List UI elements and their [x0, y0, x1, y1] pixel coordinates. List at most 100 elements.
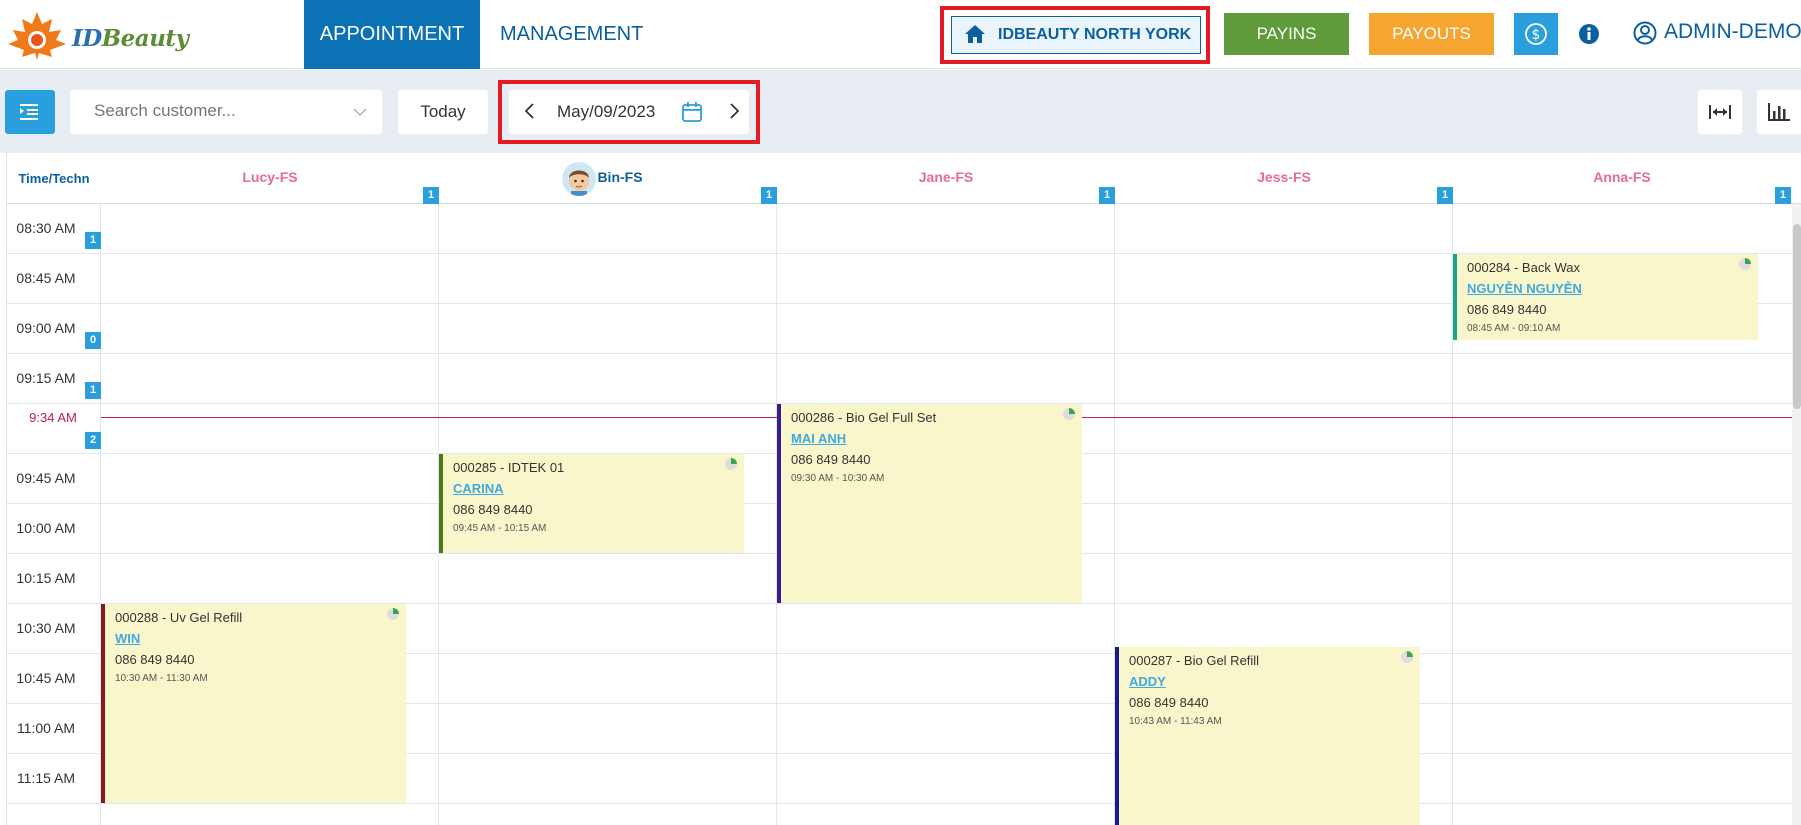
payouts-button[interactable]: PAYOUTS: [1369, 13, 1494, 55]
grid-row-divider: [7, 353, 1792, 354]
technician-name: Bin-FS: [597, 169, 643, 185]
slot-count-badge: 2: [85, 432, 101, 449]
customer-link[interactable]: CARINA: [453, 481, 744, 496]
info-icon[interactable]: [1578, 23, 1600, 45]
tab-management[interactable]: MANAGEMENT: [480, 0, 663, 69]
time-slot-label: 10:15 AM: [16, 570, 76, 586]
time-technician-header: Time/Techn: [18, 171, 90, 186]
appointment-count-badge: 1: [761, 187, 777, 204]
today-button[interactable]: Today: [398, 90, 488, 134]
customer-link[interactable]: MAI ANH: [791, 431, 1082, 446]
customer-search[interactable]: [70, 90, 382, 134]
appointment-title: 000286 - Bio Gel Full Set: [791, 410, 937, 425]
appointment-card[interactable]: 000286 - Bio Gel Full Set MAI ANH 086 84…: [777, 404, 1082, 603]
svg-text:$: $: [1532, 27, 1541, 43]
brand-logo[interactable]: IDBeauty: [6, 10, 189, 60]
status-pie-icon: [725, 458, 737, 470]
vertical-scrollbar[interactable]: [1792, 204, 1801, 825]
slot-count-badge: 0: [85, 332, 101, 349]
appointment-count-badge: 1: [1437, 187, 1453, 204]
appointment-time: 09:45 AM - 10:15 AM: [453, 523, 547, 534]
fit-width-button[interactable]: [1698, 90, 1742, 134]
bar-chart-icon: [1768, 103, 1790, 121]
time-slot-label: 10:30 AM: [16, 620, 76, 636]
time-slot-label: 09:00 AM: [16, 320, 76, 336]
appointment-time: 10:30 AM - 11:30 AM: [115, 673, 208, 684]
technician-name: Lucy-FS: [242, 169, 298, 185]
time-slot-label: 10:45 AM: [16, 670, 76, 686]
slot-count-badge: 1: [85, 382, 101, 399]
grid-row-divider: [7, 803, 1792, 804]
payins-button[interactable]: PAYINS: [1224, 13, 1349, 55]
expand-horizontal-icon: [1709, 105, 1731, 119]
store-selector-highlight: IDBEAUTY NORTH YORK: [940, 6, 1210, 64]
home-icon: [965, 25, 985, 43]
time-slot-label: 11:15 AM: [16, 770, 76, 786]
appointment-card[interactable]: 000284 - Back Wax NGUYỄN NGUYỄN 086 849 …: [1453, 254, 1758, 340]
calendar-toolbar: Today May/09/2023: [0, 70, 1801, 153]
date-navigator-highlight: May/09/2023: [498, 80, 760, 144]
current-date[interactable]: May/09/2023: [557, 102, 655, 122]
appointment-title: 000288 - Uv Gel Refill: [115, 610, 243, 625]
technician-column-header[interactable]: Jane-FS 1: [777, 153, 1115, 204]
technician-header-row: Time/Techn Lucy-FS 1 Bin-FS 1 Jane-FS 1: [7, 153, 1801, 204]
brand-wordmark: IDBeauty: [72, 25, 189, 52]
customer-phone: 086 849 8440: [453, 502, 533, 517]
store-name: IDBEAUTY NORTH YORK: [998, 26, 1192, 43]
status-pie-icon: [1063, 408, 1075, 420]
store-selector-button[interactable]: IDBEAUTY NORTH YORK: [951, 16, 1201, 54]
statistics-button[interactable]: [1757, 90, 1801, 134]
date-navigator: May/09/2023: [509, 90, 749, 134]
customer-phone: 086 849 8440: [791, 452, 871, 467]
current-time-label: 9:34 AM: [29, 410, 77, 425]
appointment-count-badge: 1: [1775, 187, 1791, 204]
time-slot-label: 11:00 AM: [16, 720, 76, 736]
technician-column-header[interactable]: Lucy-FS 1: [101, 153, 439, 204]
search-input[interactable]: [94, 90, 354, 132]
time-grid[interactable]: 08:30 AM 1 08:45 AM 09:00 AM 0 09:15 AM …: [7, 204, 1801, 825]
cash-drawer-button[interactable]: $: [1514, 13, 1558, 55]
user-account-icon[interactable]: [1633, 21, 1657, 45]
user-name[interactable]: ADMIN-DEMO: [1664, 20, 1801, 44]
status-pie-icon: [387, 608, 399, 620]
time-slot-label: 10:00 AM: [16, 520, 76, 536]
customer-link[interactable]: WIN: [115, 631, 406, 646]
chevron-down-icon[interactable]: [352, 105, 368, 119]
customer-link[interactable]: NGUYỄN NGUYỄN: [1467, 281, 1758, 296]
maple-leaf-icon: [8, 12, 66, 60]
time-slot-label: 09:45 AM: [16, 470, 76, 486]
technician-name: Jane-FS: [918, 169, 974, 185]
scrollbar-thumb[interactable]: [1793, 224, 1801, 409]
customer-phone: 086 849 8440: [1467, 302, 1547, 317]
appointment-card[interactable]: 000287 - Bio Gel Refill ADDY 086 849 844…: [1115, 647, 1420, 825]
technician-column-header[interactable]: Bin-FS 1: [439, 153, 777, 204]
appointment-time: 08:45 AM - 09:10 AM: [1467, 323, 1561, 334]
appointment-count-badge: 1: [423, 187, 439, 204]
appointment-card[interactable]: 000288 - Uv Gel Refill WIN 086 849 8440 …: [101, 604, 406, 803]
appointment-card[interactable]: 000285 - IDTEK 01 CARINA 086 849 8440 09…: [439, 454, 744, 553]
appointment-title: 000285 - IDTEK 01: [453, 460, 565, 475]
technician-name: Jess-FS: [1257, 169, 1311, 185]
chevron-right-icon[interactable]: [727, 102, 741, 120]
chevron-left-icon[interactable]: [523, 102, 537, 120]
appointment-title: 000287 - Bio Gel Refill: [1129, 653, 1260, 668]
appointment-time: 09:30 AM - 10:30 AM: [791, 473, 885, 484]
appointment-time: 10:43 AM - 11:43 AM: [1129, 716, 1222, 727]
technician-column-header[interactable]: Jess-FS 1: [1115, 153, 1453, 204]
status-pie-icon: [1401, 651, 1413, 663]
sidebar-toggle-button[interactable]: [5, 90, 55, 134]
calendar-icon[interactable]: [681, 101, 703, 123]
time-slot-label: 09:15 AM: [16, 370, 76, 386]
customer-phone: 086 849 8440: [115, 652, 195, 667]
technician-name: Anna-FS: [1593, 169, 1651, 185]
top-navigation: IDBeauty APPOINTMENT MANAGEMENT IDBEAUTY…: [0, 0, 1801, 69]
time-slot-label: 08:45 AM: [16, 270, 76, 286]
technician-column-header[interactable]: Anna-FS 1: [1453, 153, 1791, 204]
status-pie-icon: [1739, 258, 1751, 270]
slot-count-badge: 1: [85, 232, 101, 249]
list-indent-icon: [20, 104, 38, 120]
customer-phone: 086 849 8440: [1129, 695, 1209, 710]
appointment-count-badge: 1: [1099, 187, 1115, 204]
tab-appointment[interactable]: APPOINTMENT: [304, 0, 480, 69]
customer-link[interactable]: ADDY: [1129, 674, 1420, 689]
